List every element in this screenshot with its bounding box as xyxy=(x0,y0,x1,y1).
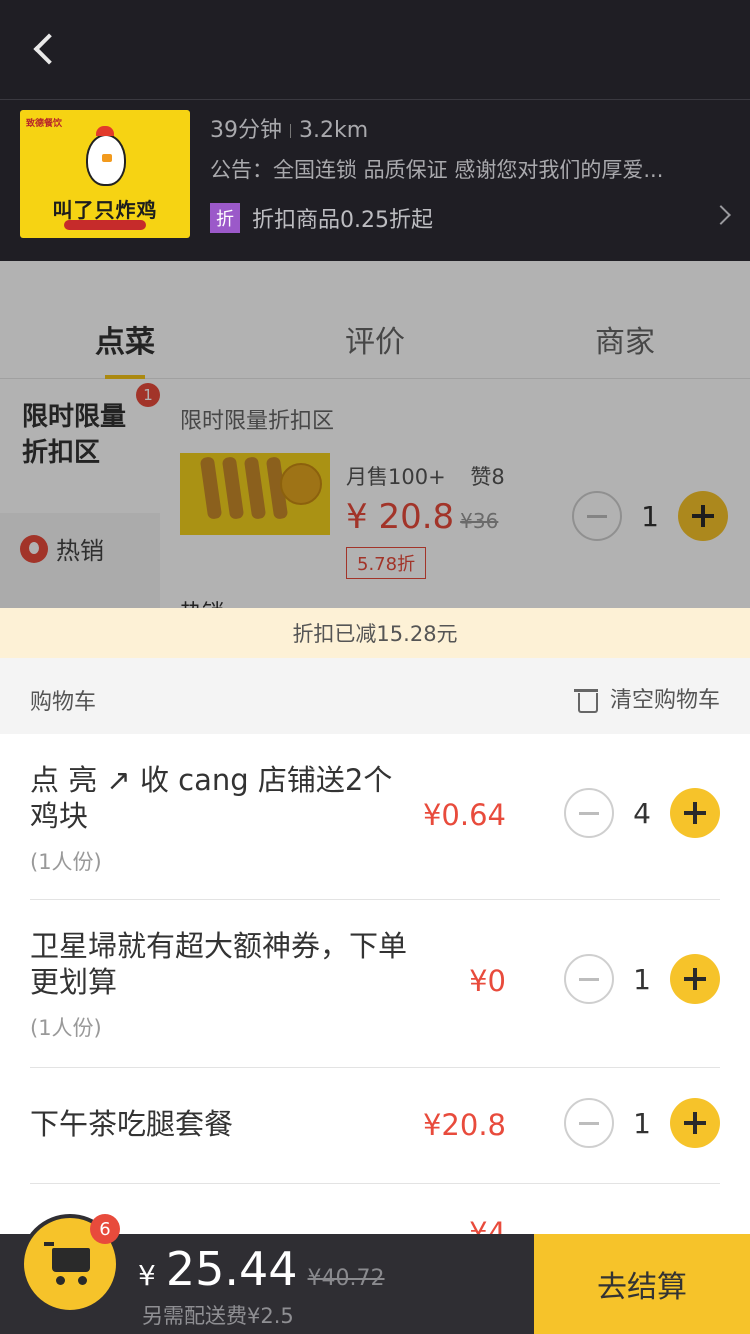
shop-logo: 致德餐饮 叫了只炸鸡 xyxy=(20,110,190,238)
logo-brand-text: 致德餐饮 xyxy=(26,119,63,129)
shopping-cart-icon xyxy=(44,1242,96,1286)
cart-header: 购物车 清空购物车 xyxy=(0,658,750,734)
distance: 3.2km xyxy=(299,118,369,143)
clear-cart-button[interactable]: 清空购物车 xyxy=(573,682,720,714)
delivery-fee: 另需配送费¥2.5 xyxy=(142,1304,294,1328)
chicken-mascot-icon xyxy=(86,126,126,186)
item-price: ¥20.8 xyxy=(422,1108,506,1142)
chevron-right-icon[interactable] xyxy=(711,205,731,225)
minus-icon[interactable] xyxy=(564,954,614,1004)
item-serving: (1人份) xyxy=(30,850,102,874)
checkout-button[interactable]: 去结算 xyxy=(534,1234,750,1334)
total-amount: 25.44 xyxy=(165,1242,298,1296)
cart-count-badge: 6 xyxy=(90,1214,120,1244)
item-qty: 1 xyxy=(633,1106,651,1140)
item-stepper: 4 xyxy=(564,788,720,838)
trash-icon xyxy=(573,685,598,713)
logo-ribbon xyxy=(64,220,146,230)
meta-divider xyxy=(290,124,291,138)
original-total: ¥40.72 xyxy=(307,1266,385,1291)
shop-header: 致德餐饮 叫了只炸鸡 39分钟 3.2km 公告：全国连锁 品质保证 感谢您对我们… xyxy=(0,100,750,261)
clear-cart-label: 清空购物车 xyxy=(609,688,720,713)
total-price-row: ¥ 25.44 ¥40.72 xyxy=(138,1242,385,1296)
cart-item: ¥4 xyxy=(30,1184,720,1234)
item-qty: 4 xyxy=(633,796,651,830)
item-name: 下午茶吃腿套餐 xyxy=(30,1107,234,1141)
promo-row[interactable]: 折 折扣商品0.25折起 xyxy=(210,202,433,234)
modal-overlay[interactable] xyxy=(0,261,750,608)
currency-symbol: ¥ xyxy=(138,1259,156,1292)
item-price: ¥0 xyxy=(469,964,506,998)
delivery-meta: 39分钟 3.2km xyxy=(210,112,368,144)
promo-text: 折扣商品0.25折起 xyxy=(252,208,433,233)
discount-summary: 折扣已减15.28元 xyxy=(0,608,750,658)
item-stepper: 1 xyxy=(564,954,720,1004)
item-name: 卫星埽就有超大额神券，下单更划算 xyxy=(30,929,408,999)
cart-item: 点 亮 ↗ 收 cang 店铺送2个鸡块 (1人份) ¥0.64 4 xyxy=(30,734,720,900)
item-name: 点 亮 ↗ 收 cang 店铺送2个鸡块 xyxy=(30,763,393,833)
cart-title: 购物车 xyxy=(30,690,97,715)
item-qty: 1 xyxy=(633,962,651,996)
plus-icon[interactable] xyxy=(670,1098,720,1148)
delivery-time: 39分钟 xyxy=(210,118,282,143)
minus-icon[interactable] xyxy=(564,788,614,838)
cart-list: 点 亮 ↗ 收 cang 店铺送2个鸡块 (1人份) ¥0.64 4 卫星埽就有… xyxy=(0,734,750,1234)
back-arrow-icon[interactable] xyxy=(26,30,66,70)
plus-icon[interactable] xyxy=(670,788,720,838)
cart-item: 下午茶吃腿套餐 ¥20.8 1 xyxy=(30,1068,720,1184)
item-stepper: 1 xyxy=(564,1098,720,1148)
item-serving: (1人份) xyxy=(30,1016,102,1040)
plus-icon[interactable] xyxy=(670,954,720,1004)
item-price: ¥0.64 xyxy=(422,798,506,832)
top-nav-bar xyxy=(0,0,750,100)
discount-badge-icon: 折 xyxy=(210,203,240,233)
logo-shop-name: 叫了只炸鸡 xyxy=(52,198,158,222)
cart-item: 卫星埽就有超大额神券，下单更划算 (1人份) ¥0 1 xyxy=(30,900,720,1068)
shop-notice: 公告：全国连锁 品质保证 感谢您对我们的厚爱... xyxy=(210,158,664,182)
item-price: ¥4 xyxy=(469,1216,506,1234)
minus-icon[interactable] xyxy=(564,1098,614,1148)
